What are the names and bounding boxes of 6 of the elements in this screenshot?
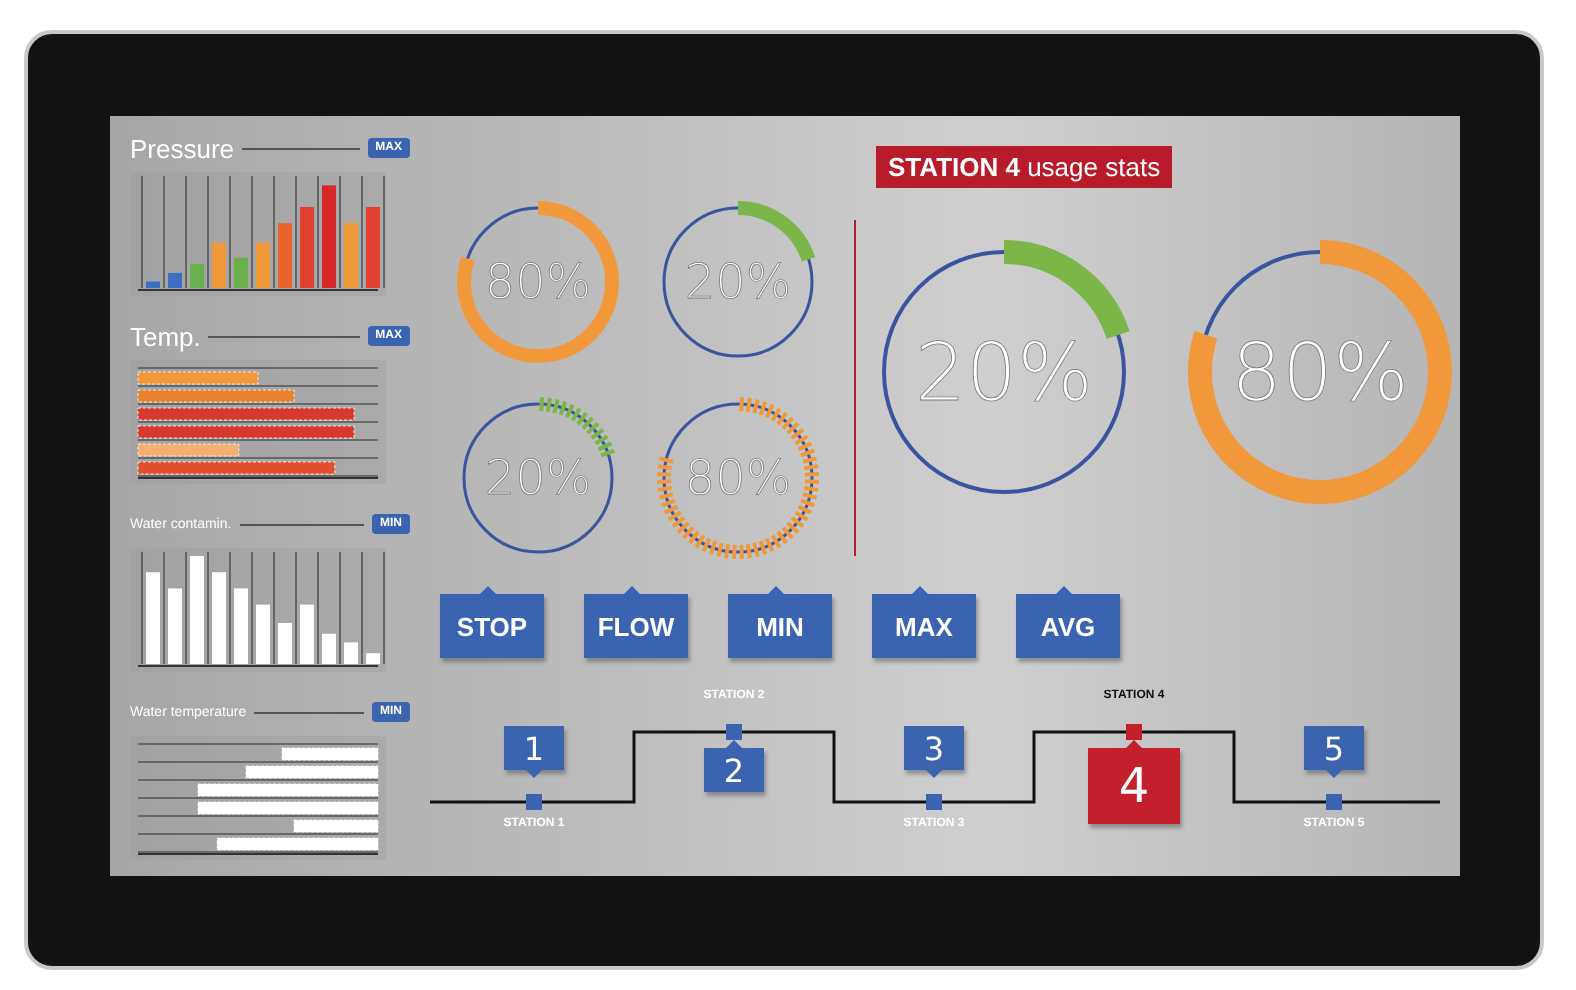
gauge-value: 20%: [684, 254, 792, 310]
chart-title: Temp.: [130, 321, 201, 351]
gauge-value: 20%: [915, 328, 1093, 420]
gauge-value: 20%: [484, 450, 592, 506]
chart-title: Pressure: [130, 133, 235, 163]
usage-stats-title: STATION 4 usage stats: [876, 146, 1173, 188]
